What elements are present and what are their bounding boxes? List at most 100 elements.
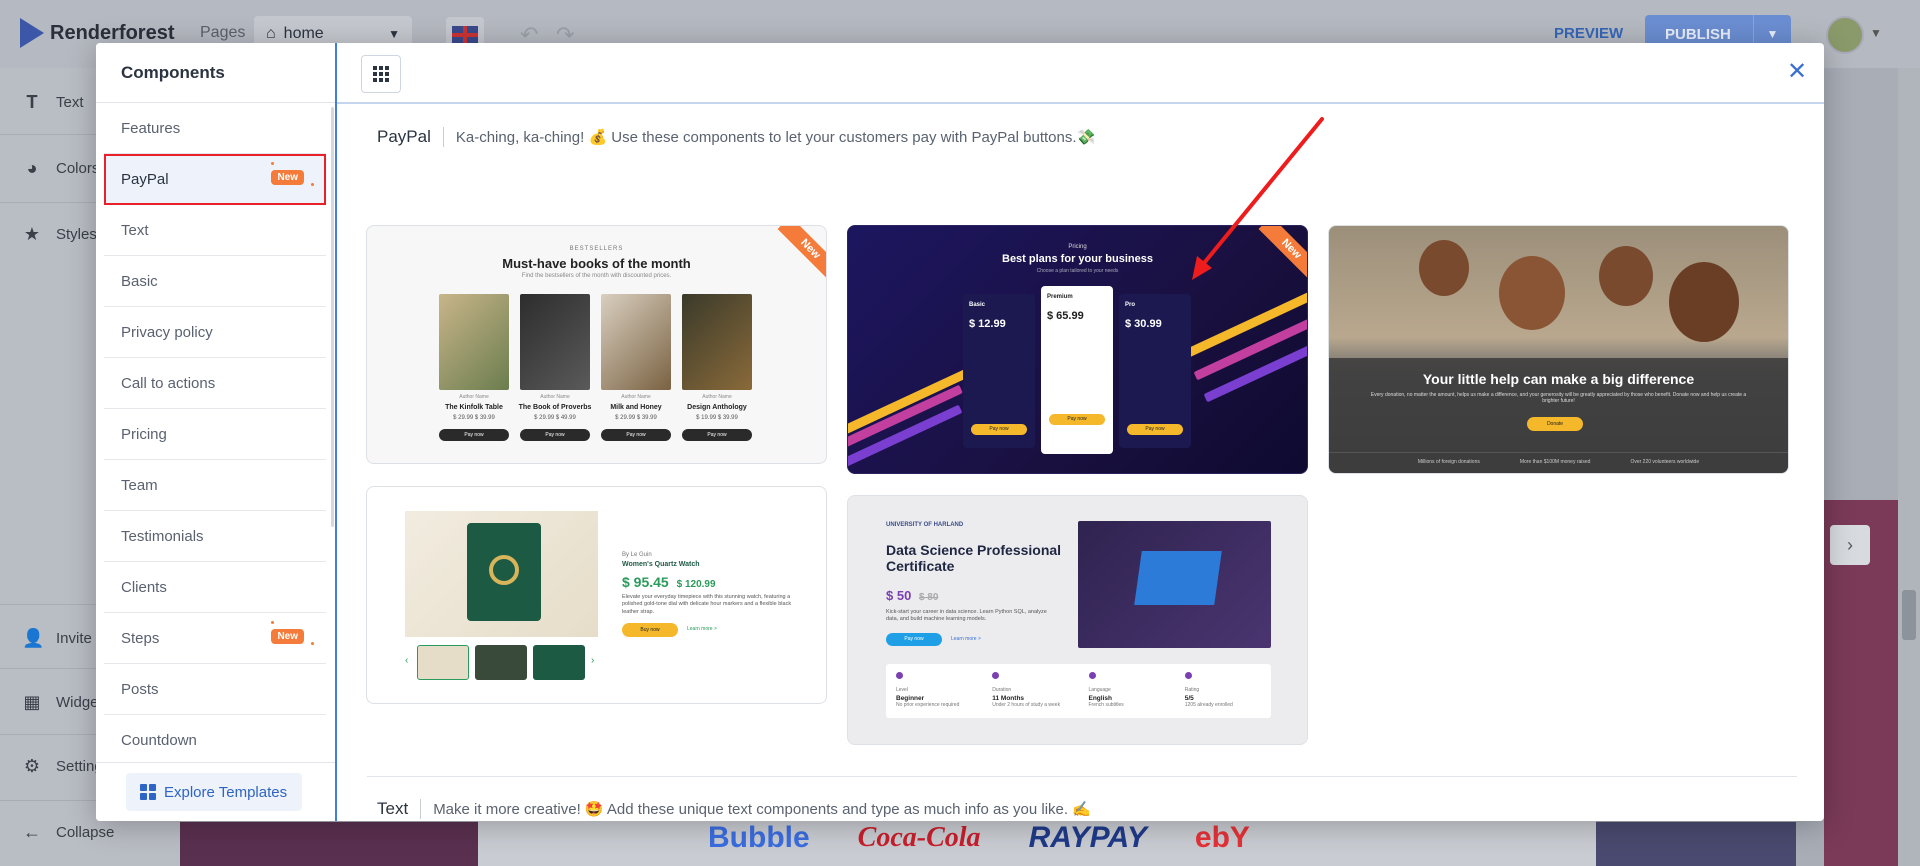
price-current: $ 95.45 [622, 574, 669, 590]
brand-name: Renderforest [50, 21, 175, 44]
laptop-screen [1134, 551, 1222, 605]
arrow-left-icon: ← [23, 822, 41, 842]
components-modal: Components Features PayPal New Text Basi… [96, 43, 1824, 821]
chevron-right-icon: › [591, 655, 595, 666]
book-price: $ 29.99 $ 49.99 [534, 415, 576, 421]
book-image [601, 294, 671, 390]
book-author: Author Name [459, 394, 489, 400]
section-header-paypal: PayPal Ka-ching, ka-ching! 💰 Use these c… [377, 127, 1095, 147]
component-card-donation[interactable]: Your little help can make a big differen… [1328, 225, 1789, 474]
category-pricing[interactable]: Pricing [104, 409, 326, 460]
info-label: Language [1088, 687, 1111, 693]
price-old: $ 80 [918, 592, 939, 603]
category-paypal[interactable]: PayPal New [104, 154, 326, 205]
close-icon[interactable]: ✕ [1787, 57, 1807, 86]
category-label: Basic [121, 272, 158, 290]
university-label: UNIVERSITY OF HARLAND [886, 522, 964, 528]
plan-card: Premium $ 65.99 Pay now [1041, 286, 1113, 454]
info-label: Duration [992, 687, 1012, 693]
category-basic[interactable]: Basic [104, 256, 326, 307]
explore-templates-button[interactable]: Explore Templates [126, 773, 302, 811]
category-scrollbar[interactable] [331, 107, 334, 527]
course-description: Kick-start your career in data science. … [886, 609, 1047, 623]
duration-icon [992, 672, 1000, 679]
info-column: Level Beginner No prior experience require… [886, 664, 982, 718]
product-thumbnail [533, 645, 585, 680]
book-price: $ 29.99 $ 39.99 [615, 415, 657, 421]
pages-label: Pages [200, 24, 246, 41]
course-price: $ 50 $ 80 [886, 588, 938, 603]
donation-stats: Millions of foreign donations More than … [1329, 452, 1788, 473]
preview-button[interactable]: PREVIEW [1554, 25, 1623, 42]
category-label: PayPal [121, 170, 169, 188]
sidebar-item-styles[interactable]: ★ Styles [22, 224, 97, 245]
category-team[interactable]: Team [104, 460, 326, 511]
component-card-books[interactable]: New BESTSELLERS Must-have books of the m… [366, 225, 827, 464]
category-testimonials[interactable]: Testimonials [104, 511, 326, 562]
buy-now-button: Buy now [622, 623, 678, 637]
info-note: French subtitles [1088, 702, 1124, 708]
info-value: 5/5 [1184, 695, 1194, 702]
learn-more-link: Learn more > [687, 626, 717, 632]
category-label: Call to actions [121, 374, 216, 392]
plan-card: Pro $ 30.99 Pay now [1119, 294, 1191, 448]
info-label: Rating [1184, 687, 1200, 693]
chevron-left-icon: ‹ [405, 655, 409, 666]
book-title: Design Anthology [687, 404, 747, 411]
plan-name: Pro [1125, 302, 1136, 308]
chevron-down-icon: ▼ [388, 27, 400, 41]
card-title: Must-have books of the month [502, 256, 691, 271]
plan-pay-button: Pay now [971, 424, 1027, 435]
info-note: Under 2 hours of study a week [992, 702, 1061, 708]
scrollbar-thumb[interactable] [1902, 590, 1916, 640]
avatar[interactable] [1826, 16, 1864, 54]
category-features[interactable]: Features [104, 103, 326, 154]
sidebar-item-label: Styles [56, 226, 97, 243]
book-title: The Book of Proverbs [518, 404, 592, 411]
section-divider [367, 776, 1797, 777]
category-steps[interactable]: Steps New [104, 613, 326, 664]
sidebar-item-collapse[interactable]: ← Collapse [22, 822, 114, 843]
book-image [439, 294, 509, 390]
category-privacy-policy[interactable]: Privacy policy [104, 307, 326, 358]
category-label: Testimonials [121, 527, 204, 545]
page-scrollbar[interactable] [1898, 68, 1920, 866]
category-panel: Components Features PayPal New Text Basi… [96, 43, 336, 821]
category-list: Features PayPal New Text Basic Privacy p… [96, 103, 332, 766]
category-label: Features [121, 119, 181, 137]
component-card-product[interactable]: ‹ › By Le Guin Women's Quartz Watch $ 95… [366, 486, 827, 704]
category-countdown[interactable]: Countdown [104, 715, 326, 766]
info-note: 1205 already enrolled [1184, 702, 1233, 708]
category-label: Text [121, 221, 149, 239]
new-dot-icon [271, 621, 274, 624]
plan-pay-button: Pay now [1049, 414, 1105, 425]
book-pay-button: Pay now [601, 429, 671, 441]
info-column: Language English French subtitles [1079, 664, 1175, 718]
category-clients[interactable]: Clients [104, 562, 326, 613]
client-logo: RAYPAY [1028, 821, 1147, 854]
plan-pay-button: Pay now [1127, 424, 1183, 435]
grid-view-button[interactable] [361, 55, 401, 93]
book-author: Author Name [621, 394, 651, 400]
stat-item: More than $100M money raised [1519, 459, 1591, 465]
canvas-image [180, 822, 478, 866]
sidebar-item-colors[interactable]: ◕ Colors [22, 158, 100, 179]
plan-price: $ 12.99 [969, 318, 1006, 330]
photo-figure [1499, 256, 1565, 330]
sidebar-item-text[interactable]: T Text [22, 92, 84, 113]
card-title: Best plans for your business [1002, 253, 1153, 265]
client-logo: ebY [1194, 821, 1250, 854]
category-posts[interactable]: Posts [104, 664, 326, 715]
category-call-to-actions[interactable]: Call to actions [104, 358, 326, 409]
card-subtitle: Choose a plan tailored to your needs [1036, 268, 1119, 274]
info-value: English [1088, 695, 1112, 702]
sidebar-item-invite[interactable]: 👤 Invite [22, 628, 92, 649]
slider-next-button[interactable]: › [1830, 525, 1870, 565]
component-card-course[interactable]: UNIVERSITY OF HARLAND Data Science Profe… [847, 495, 1308, 745]
product-description: Elevate your everyday timepiece with thi… [622, 594, 792, 615]
book-author: Author Name [702, 394, 732, 400]
chevron-down-icon[interactable]: ▼ [1870, 26, 1882, 40]
component-card-pricing[interactable]: New Pricing Best plans for your business… [847, 225, 1308, 474]
category-text[interactable]: Text [104, 205, 326, 256]
plan-name: Basic [969, 302, 986, 308]
